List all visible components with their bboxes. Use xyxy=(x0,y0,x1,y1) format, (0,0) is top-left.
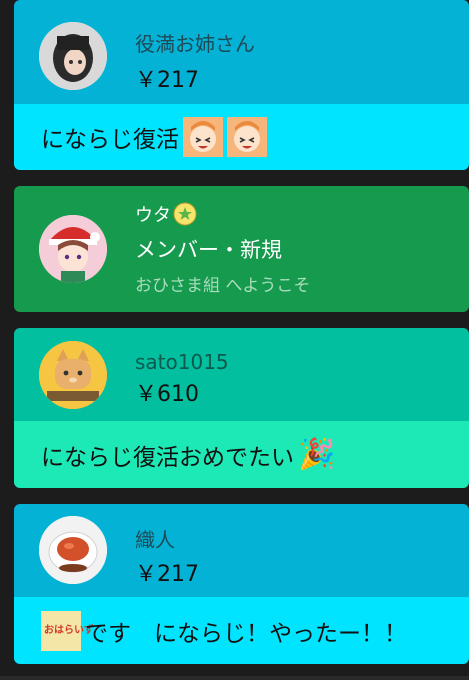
party-popper-icon: 🎉 xyxy=(298,437,336,472)
avatar[interactable] xyxy=(39,22,107,90)
author-name: sato1015 xyxy=(135,350,229,374)
chat-message-text: にならじ復活おめでたい xyxy=(41,444,294,471)
superchat-header: 織人 ￥217 xyxy=(14,504,469,597)
superchat-message-area: にならじ復活おめでたい 🎉 xyxy=(14,421,469,488)
author-name-text: ウタ xyxy=(135,205,171,226)
membership-card: ウタ メンバー・新規 おひさま組 へようこそ xyxy=(14,186,469,312)
chat-message-text: にならじ復活 xyxy=(41,127,179,153)
oharaizu-stamp-icon: おはらいず xyxy=(41,610,94,651)
chat-message: にならじ復活おめでたい 🎉 xyxy=(41,437,335,472)
bottom-bar xyxy=(0,676,469,680)
superchat-header: sato1015 ￥610 xyxy=(14,328,469,421)
laughing-girl-stamp-icon xyxy=(227,117,267,157)
membership-subtitle: おひさま組 へようこそ xyxy=(135,276,311,296)
superchat-amount: ￥217 xyxy=(135,562,199,587)
stamp-text: おはらいず xyxy=(44,624,94,636)
author-name: ウタ xyxy=(135,201,197,227)
avatar[interactable] xyxy=(39,215,107,283)
superchat-amount: ￥610 xyxy=(135,382,199,407)
superchat-header: 役満お姉さん ￥217 xyxy=(14,0,469,104)
chat-message-text: です にならじ！やったー！！ xyxy=(85,620,407,647)
chat-message: おはらいず です にならじ！やったー！！ xyxy=(41,610,407,651)
author-name: 織人 xyxy=(135,528,175,552)
superchat-message-area: にならじ復活 xyxy=(14,104,469,170)
avatar[interactable] xyxy=(39,341,107,409)
membership-title: メンバー・新規 xyxy=(135,238,282,262)
member-badge-icon xyxy=(173,202,197,226)
author-name: 役満お姉さん xyxy=(135,32,255,56)
chat-message: にならじ復活 xyxy=(41,117,267,157)
superchat-card-1: 役満お姉さん ￥217 にならじ復活 xyxy=(14,0,469,170)
superchat-amount: ￥217 xyxy=(135,68,199,93)
superchat-card-3: 織人 ￥217 おはらいず です にならじ！やったー！！ xyxy=(14,504,469,664)
laughing-girl-stamp-icon xyxy=(183,117,223,157)
avatar[interactable] xyxy=(39,516,107,584)
superchat-card-2: sato1015 ￥610 にならじ復活おめでたい 🎉 xyxy=(14,328,469,488)
superchat-message-area: おはらいず です にならじ！やったー！！ xyxy=(14,597,469,664)
